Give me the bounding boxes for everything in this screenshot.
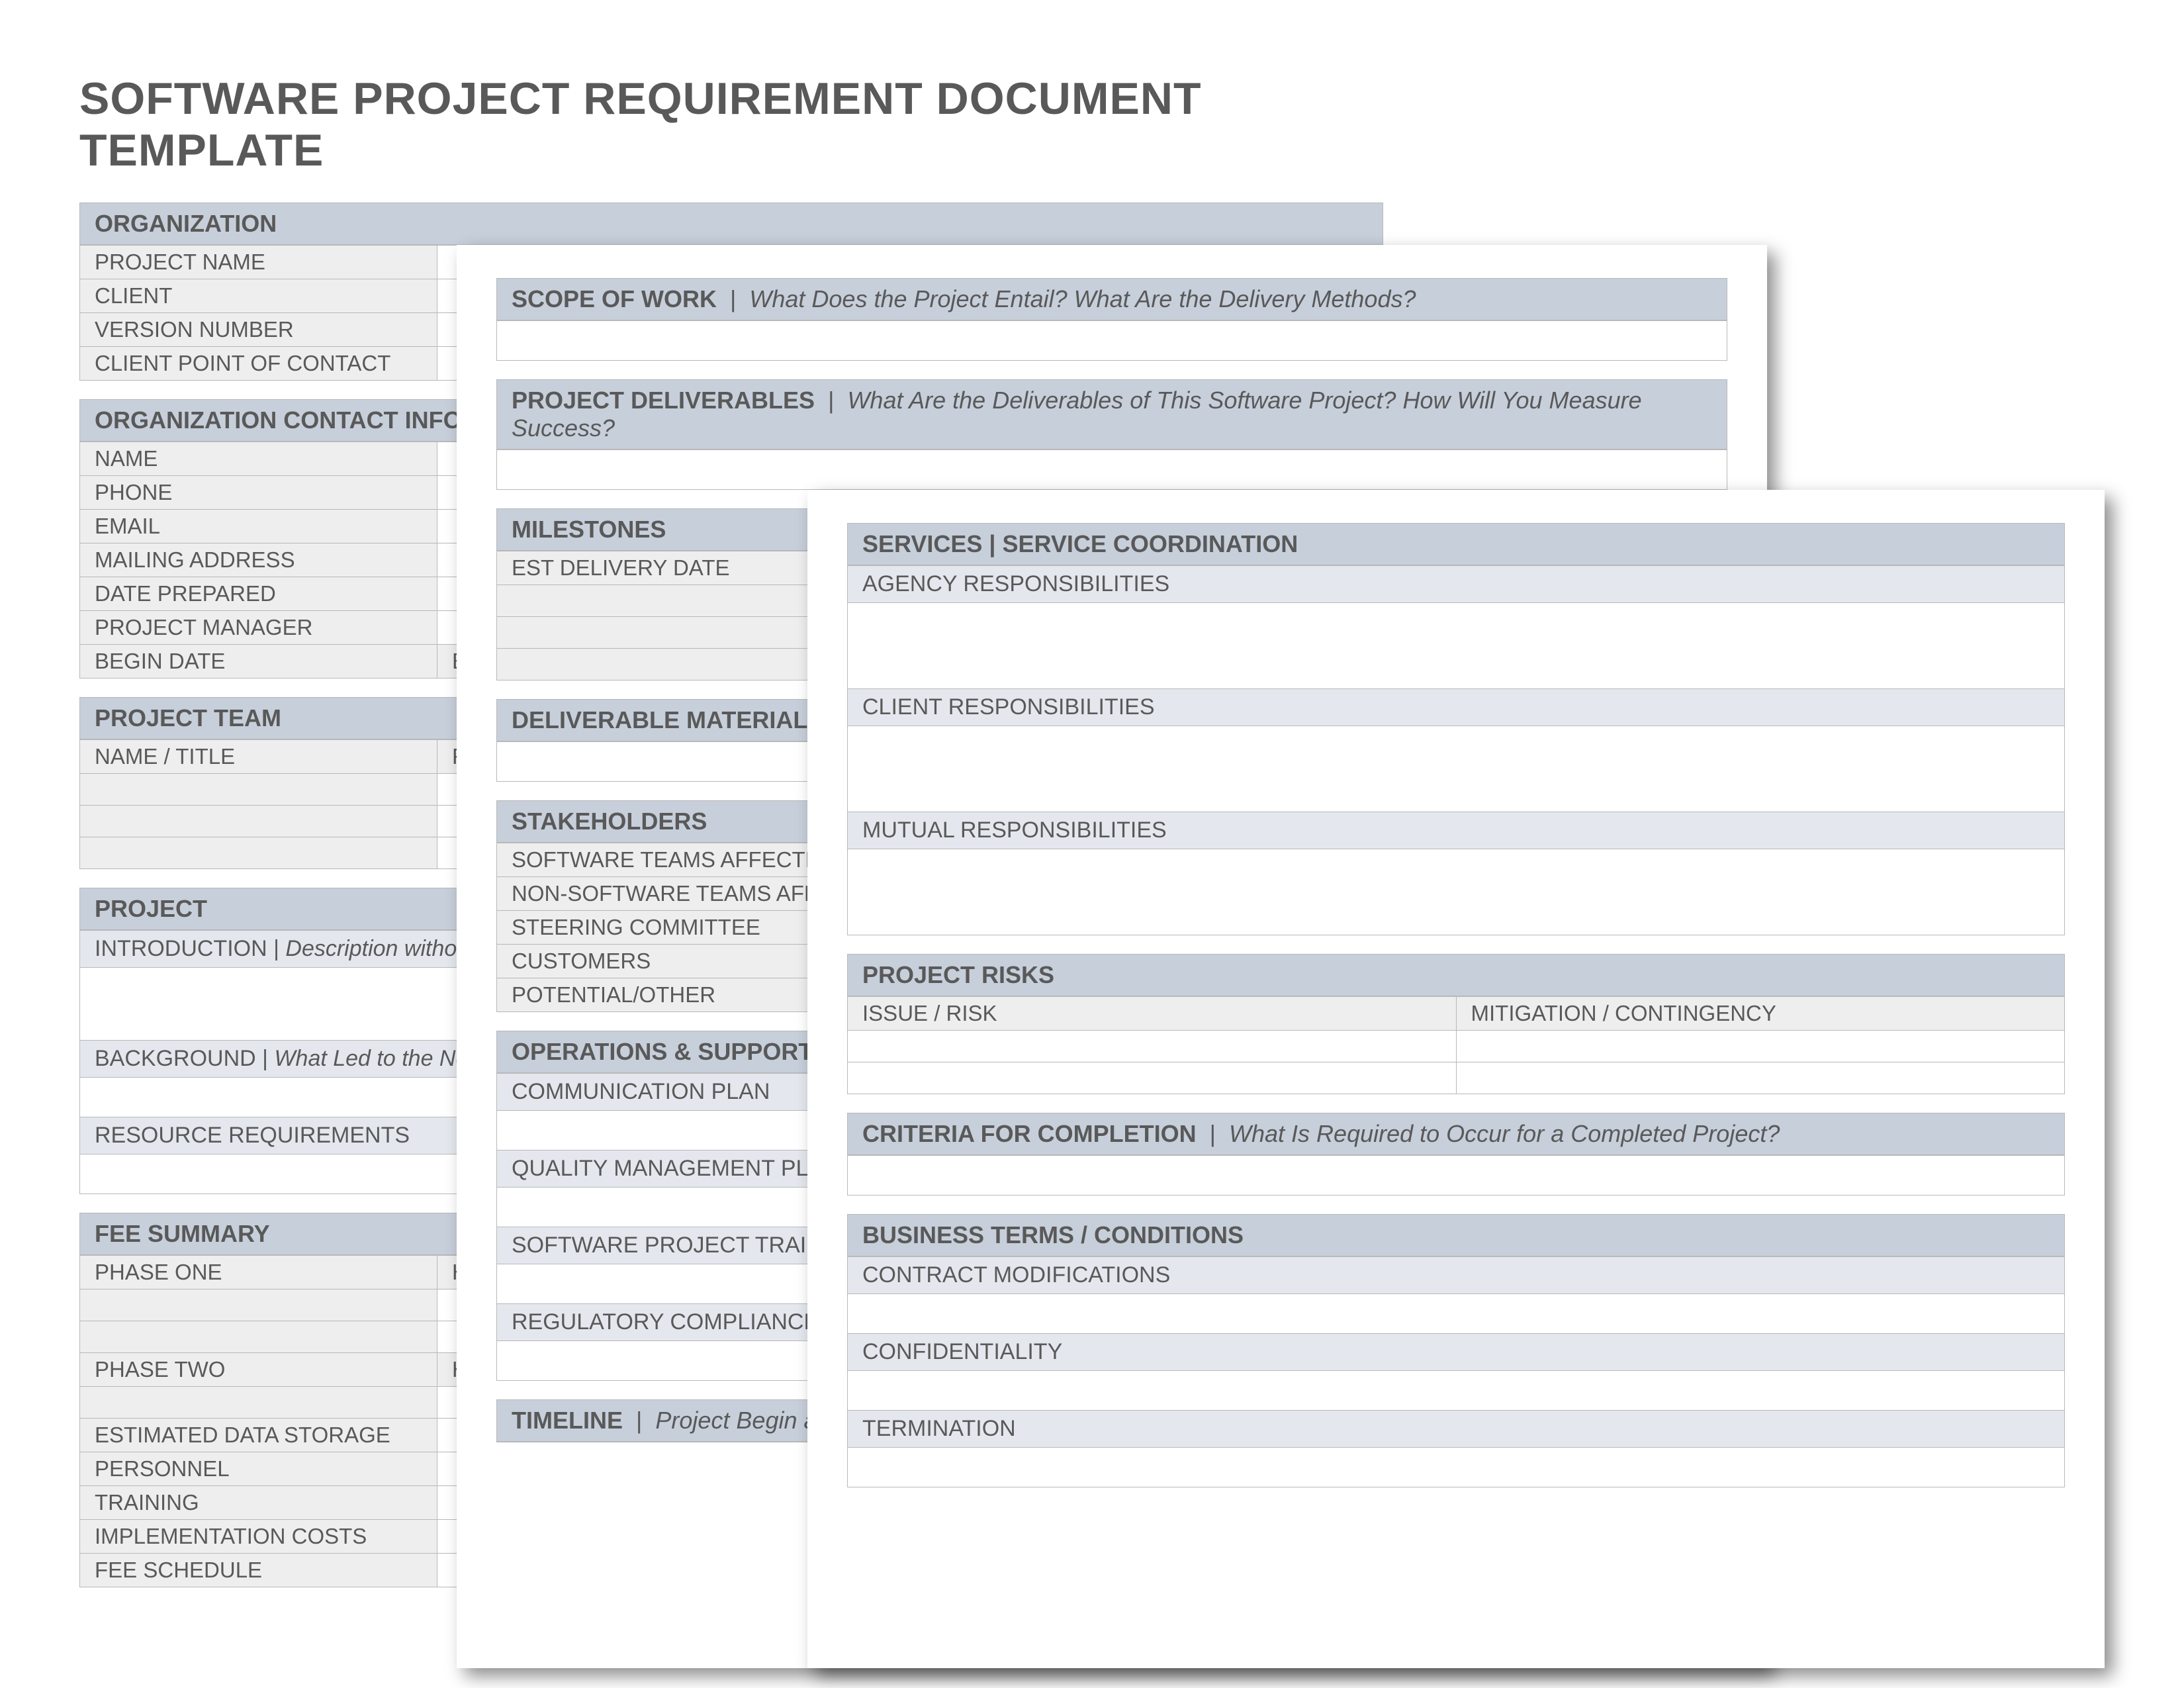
label-personnel: PERSONNEL	[80, 1452, 437, 1485]
label-contract-mod: CONTRACT MODIFICATIONS	[848, 1256, 2064, 1293]
value-client-resp[interactable]	[848, 726, 2064, 812]
fee-row[interactable]	[80, 1321, 437, 1352]
section-business-terms: BUSINESS TERMS / CONDITIONS CONTRACT MOD…	[847, 1214, 2065, 1487]
label-training: TRAINING	[80, 1486, 437, 1519]
section-header: PROJECT RISKS	[848, 955, 2064, 996]
label-storage: ESTIMATED DATA STORAGE	[80, 1419, 437, 1452]
label-pm: PROJECT MANAGER	[80, 611, 437, 644]
section-scope: SCOPE OF WORK | What Does the Project En…	[496, 278, 1727, 361]
criteria-value[interactable]	[848, 1155, 2064, 1195]
team-row[interactable]	[80, 806, 437, 837]
label-impl: IMPLEMENTATION COSTS	[80, 1520, 437, 1553]
document-title: SOFTWARE PROJECT REQUIREMENT DOCUMENT TE…	[79, 73, 1383, 176]
label-mailing: MAILING ADDRESS	[80, 543, 437, 577]
value-termination[interactable]	[848, 1447, 2064, 1487]
value-contract-mod[interactable]	[848, 1293, 2064, 1333]
scope-value[interactable]	[497, 320, 1727, 360]
label-project-name: PROJECT NAME	[80, 246, 437, 279]
value-agency-resp[interactable]	[848, 602, 2064, 688]
label-fee-schedule: FEE SCHEDULE	[80, 1554, 437, 1587]
label-name: NAME	[80, 442, 437, 475]
team-row[interactable]	[80, 837, 437, 868]
label-name-title: NAME / TITLE	[80, 740, 437, 773]
label-phase-one: PHASE ONE	[80, 1256, 437, 1289]
value-confidentiality[interactable]	[848, 1370, 2064, 1410]
label-version-number: VERSION NUMBER	[80, 313, 437, 346]
milestone-row[interactable]	[497, 585, 854, 616]
value-mutual-resp[interactable]	[848, 849, 2064, 935]
section-services: SERVICES | SERVICE COORDINATION AGENCY R…	[847, 523, 2065, 935]
label-confidentiality: CONFIDENTIALITY	[848, 1333, 2064, 1370]
label-phone: PHONE	[80, 476, 437, 509]
fee-row[interactable]	[80, 1289, 437, 1321]
section-header: SCOPE OF WORK | What Does the Project En…	[497, 279, 1727, 320]
label-client: CLIENT	[80, 279, 437, 312]
milestone-row[interactable]	[497, 649, 854, 680]
label-date-prepared: DATE PREPARED	[80, 577, 437, 610]
section-header: PROJECT DELIVERABLES | What Are the Deli…	[497, 380, 1727, 449]
col-issue-risk: ISSUE / RISK	[848, 997, 1457, 1030]
risk-row[interactable]	[848, 1062, 1457, 1094]
label-est-delivery: EST DELIVERY DATE	[497, 551, 854, 585]
team-row[interactable]	[80, 774, 437, 805]
section-criteria: CRITERIA FOR COMPLETION | What Is Requir…	[847, 1113, 2065, 1196]
label-agency-resp: AGENCY RESPONSIBILITIES	[848, 565, 2064, 602]
section-header: CRITERIA FOR COMPLETION | What Is Requir…	[848, 1113, 2064, 1155]
section-header: SERVICES | SERVICE COORDINATION	[848, 524, 2064, 565]
label-client-poc: CLIENT POINT OF CONTACT	[80, 347, 437, 380]
section-project-risks: PROJECT RISKS ISSUE / RISK MITIGATION / …	[847, 954, 2065, 1094]
section-header: BUSINESS TERMS / CONDITIONS	[848, 1215, 2064, 1256]
section-header: ORGANIZATION	[80, 203, 1383, 245]
fee-row[interactable]	[80, 1387, 437, 1418]
page-3: SERVICES | SERVICE COORDINATION AGENCY R…	[807, 490, 2105, 1668]
label-phase-two: PHASE TWO	[80, 1353, 437, 1386]
label-email: EMAIL	[80, 510, 437, 543]
label-begin-date: BEGIN DATE	[80, 645, 437, 678]
deliverables-value[interactable]	[497, 449, 1727, 489]
label-termination: TERMINATION	[848, 1410, 2064, 1447]
risk-row[interactable]	[848, 1031, 1457, 1062]
milestone-row[interactable]	[497, 617, 854, 648]
section-deliverables: PROJECT DELIVERABLES | What Are the Deli…	[496, 379, 1727, 490]
label-client-resp: CLIENT RESPONSIBILITIES	[848, 688, 2064, 726]
col-mitigation: MITIGATION / CONTINGENCY	[1457, 997, 2065, 1030]
label-mutual-resp: MUTUAL RESPONSIBILITIES	[848, 812, 2064, 849]
